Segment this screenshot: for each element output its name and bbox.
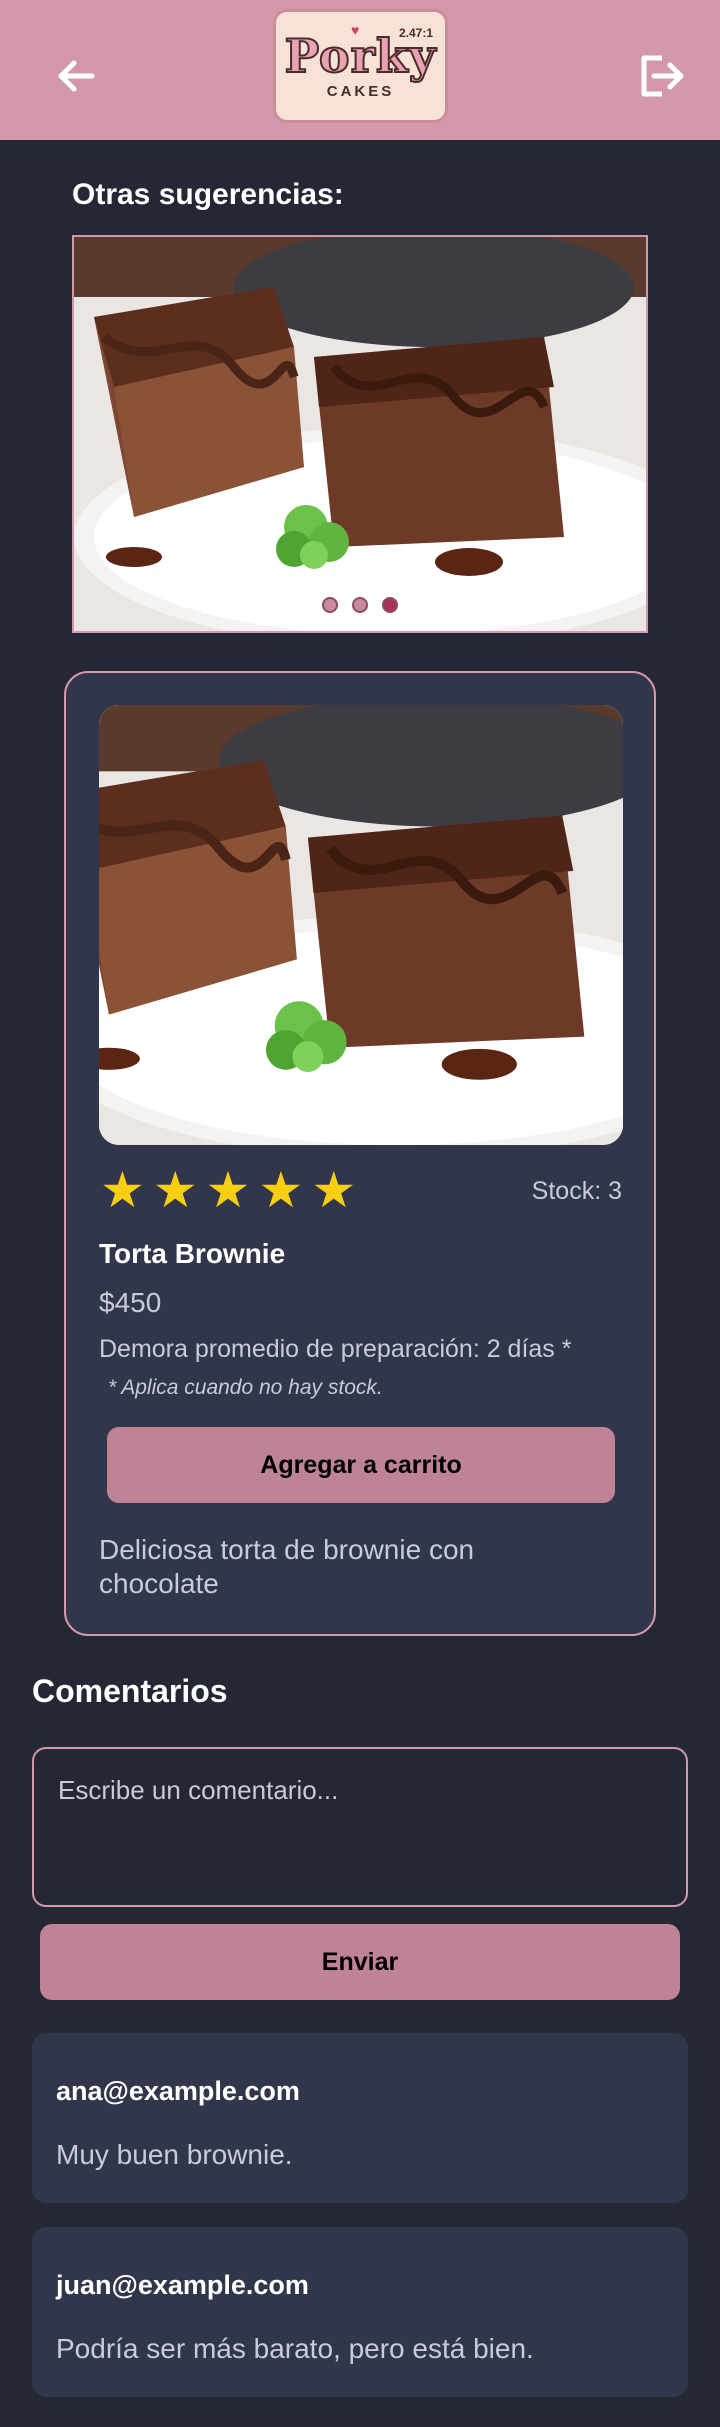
stock-note: * Aplica cuando no hay stock. [108,1376,383,1399]
star-icon: ★ [100,1161,145,1219]
product-image [99,705,623,1145]
comment-input[interactable] [32,1747,688,1907]
suggestions-title: Otras sugerencias: [72,178,344,211]
comment-text: Podría ser más barato, pero está bien. [56,2333,534,2364]
comments-title: Comentarios [32,1673,228,1709]
heart-icon: ♥ [351,22,360,38]
product-price: $450 [99,1287,162,1318]
add-to-cart-button[interactable]: Agregar a carrito [107,1427,615,1503]
star-icon: ★ [152,1161,198,1219]
logo-version: 2.47:1 [398,26,433,40]
star-icon: ★ [311,1161,357,1219]
arrow-left-icon [58,60,95,92]
star-icon: ★ [205,1161,251,1219]
add-to-cart-label: Agregar a carrito [260,1450,462,1479]
comment-author: ana@example.com [56,2076,300,2106]
product-name: Torta Brownie [99,1238,286,1269]
comment-item: ana@example.com Muy buen brownie. [32,2033,688,2203]
carousel-dot[interactable] [352,597,368,613]
comment-text: Muy buen brownie. [56,2139,293,2170]
stock-label: Stock: 3 [531,1177,622,1205]
star-icon: ★ [258,1161,304,1219]
brownie-photo [99,705,623,1145]
send-button[interactable]: Enviar [40,1924,680,2000]
rating-stars: ★ ★ ★ ★ ★ [100,1165,356,1215]
carousel-dot[interactable] [322,597,338,613]
carousel-dot-active[interactable] [382,597,398,613]
back-button[interactable] [44,44,108,108]
logout-button[interactable] [628,44,692,108]
app-header: ♥ 2.47:1 Porky CAKES [0,0,720,140]
logout-icon [641,55,684,97]
comment-author: juan@example.com [56,2270,309,2300]
comment-item: juan@example.com Podría ser más barato, … [32,2227,688,2397]
brownie-photo [74,237,648,633]
send-label: Enviar [321,1947,399,1976]
product-description: Deliciosa torta de brownie con chocolate [99,1534,475,1599]
carousel-dots [74,597,646,613]
prep-time-text: Demora promedio de preparación: 2 días * [99,1335,572,1363]
suggestions-carousel[interactable] [72,235,648,633]
logo-sub-text: CAKES [326,82,395,100]
product-card: ★ ★ ★ ★ ★ Stock: 3 Torta Brownie $450 De… [64,671,656,1636]
porky-cakes-logo: ♥ 2.47:1 Porky CAKES [273,9,448,123]
